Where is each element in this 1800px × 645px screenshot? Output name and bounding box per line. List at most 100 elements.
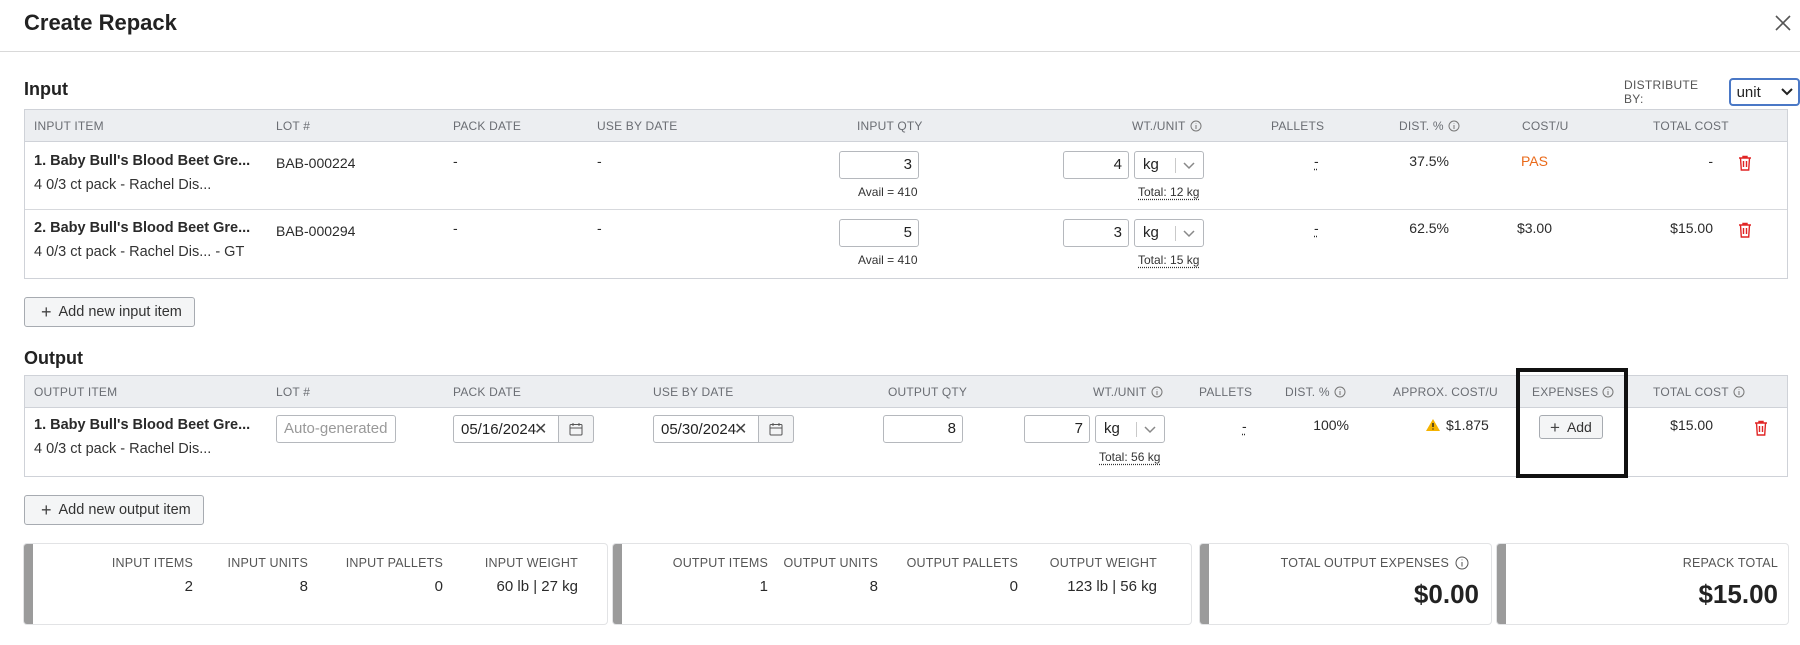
output-weight-value: 123 lb | 56 kg (1067, 578, 1157, 595)
dist-percent: 62.5% (1409, 220, 1449, 236)
unit-select[interactable]: kg (1095, 415, 1165, 443)
unit-select[interactable]: kg (1134, 219, 1204, 247)
pallets-value[interactable]: - (1242, 418, 1247, 434)
total-output-expenses-text: TOTAL OUTPUT EXPENSES (1280, 556, 1449, 570)
input-pallets-value: 0 (434, 578, 443, 595)
col-output-qty: OUTPUT QTY (888, 385, 968, 399)
input-weight-value: 60 lb | 27 kg (496, 578, 578, 595)
col-pack-date: PACK DATE (453, 119, 522, 133)
item-name[interactable]: 1. Baby Bull's Blood Beet Gre... (34, 417, 250, 433)
calendar-icon[interactable] (758, 415, 794, 443)
item-name[interactable]: 2. Baby Bull's Blood Beet Gre... (34, 220, 250, 236)
col-use-by-date: USE BY DATE (653, 385, 734, 399)
clear-icon[interactable]: ✕ (534, 419, 547, 439)
total-weight[interactable]: Total: 56 kg (1099, 450, 1160, 464)
col-dist-label: DIST. % (1399, 119, 1444, 133)
info-icon[interactable] (1455, 556, 1469, 570)
calendar-icon[interactable] (558, 415, 594, 443)
add-output-item-button[interactable]: + Add new output item (24, 495, 204, 525)
total-cost: $15.00 (1670, 220, 1713, 236)
expenses-highlight-box (1516, 368, 1628, 478)
chevron-down-icon (1183, 162, 1195, 170)
col-lot: LOT # (276, 119, 311, 133)
item-name[interactable]: 1. Baby Bull's Blood Beet Gre... (34, 153, 250, 169)
pallets-value[interactable]: - (1314, 220, 1319, 236)
wt-per-unit-field[interactable]: 7 (1024, 415, 1090, 443)
clear-icon[interactable]: ✕ (734, 419, 747, 439)
chevron-down-icon (1144, 426, 1156, 434)
pack-date-input[interactable]: 05/16/2024 ✕ (453, 415, 594, 443)
chevron-down-icon (1781, 88, 1793, 96)
col-cost-u: COST/U (1522, 119, 1569, 133)
wt-per-unit-field[interactable]: 4 (1063, 151, 1129, 179)
col-total-cost: TOTAL COST (1653, 385, 1745, 399)
plus-icon: + (41, 500, 52, 520)
trash-icon[interactable] (1738, 222, 1752, 238)
output-weight-label: OUTPUT WEIGHT (1049, 556, 1157, 570)
trash-icon[interactable] (1738, 155, 1752, 171)
total-weight[interactable]: Total: 12 kg (1138, 185, 1199, 199)
info-icon[interactable] (1151, 386, 1163, 398)
cost-per-unit: $3.00 (1516, 220, 1553, 236)
item-description: 4 0/3 ct pack - Rachel Dis... (34, 441, 212, 457)
input-units-label: INPUT UNITS (227, 556, 308, 570)
chevron-down-icon (1183, 230, 1195, 238)
add-input-item-button[interactable]: + Add new input item (24, 297, 195, 327)
output-units-label: OUTPUT UNITS (783, 556, 878, 570)
approx-cost: $1.875 (1425, 417, 1489, 433)
info-icon[interactable] (1190, 120, 1202, 132)
output-units-value: 8 (869, 578, 878, 595)
lot-number-input[interactable]: Auto-generated (276, 415, 396, 443)
output-items-value: 1 (759, 578, 768, 595)
col-wt-unit: WT./UNIT (1093, 385, 1163, 399)
unit-value: kg (1104, 420, 1120, 437)
info-icon[interactable] (1733, 386, 1745, 398)
col-dist-label: DIST. % (1285, 385, 1330, 399)
info-icon[interactable] (1334, 386, 1346, 398)
wt-per-unit-field[interactable]: 3 (1063, 219, 1129, 247)
input-items-label: INPUT ITEMS (111, 556, 193, 570)
total-weight[interactable]: Total: 15 kg (1138, 253, 1199, 267)
lot-number: BAB-000224 (276, 155, 356, 171)
avail-note: Avail = 410 (858, 253, 918, 267)
item-description: 4 0/3 ct pack - Rachel Dis... (34, 177, 212, 193)
input-units-value: 8 (299, 578, 308, 595)
close-icon[interactable] (1773, 13, 1793, 33)
col-wt-unit: WT./UNIT (1132, 119, 1202, 133)
trash-icon[interactable] (1754, 420, 1768, 436)
dist-percent: 37.5% (1409, 153, 1449, 169)
input-section-title: Input (24, 79, 68, 99)
unit-value: kg (1143, 156, 1159, 173)
total-output-expenses-label: TOTAL OUTPUT EXPENSES (1219, 556, 1469, 570)
use-by-date-input[interactable]: 05/30/2024 ✕ (653, 415, 794, 443)
use-by-date: - (597, 153, 602, 169)
col-pack-date: PACK DATE (453, 385, 522, 399)
col-dist: DIST. % (1399, 119, 1460, 133)
output-pallets-label: OUTPUT PALLETS (906, 556, 1018, 570)
expenses-summary-card: TOTAL OUTPUT EXPENSES $0.00 (1200, 544, 1491, 624)
output-summary-card: OUTPUT ITEMS 1 OUTPUT UNITS 8 OUTPUT PAL… (613, 544, 1191, 624)
col-input-item: INPUT ITEM (34, 119, 104, 133)
input-weight-label: INPUT WEIGHT (484, 556, 578, 570)
input-table: INPUT ITEM LOT # PACK DATE USE BY DATE I… (24, 109, 1788, 279)
col-wt-unit-label: WT./UNIT (1093, 385, 1147, 399)
avail-note: Avail = 410 (858, 185, 918, 199)
distribute-by-select[interactable]: unit (1728, 78, 1800, 106)
col-pallets: PALLETS (1271, 119, 1325, 133)
output-qty-field[interactable]: 8 (883, 415, 963, 443)
input-qty-field[interactable]: 5 (839, 219, 919, 247)
unit-value: kg (1143, 224, 1159, 241)
col-use-by-date: USE BY DATE (597, 119, 678, 133)
col-lot: LOT # (276, 385, 311, 399)
unit-select[interactable]: kg (1134, 151, 1204, 179)
create-repack-modal: Create Repack Input DISTRIBUTE BY: unit … (0, 0, 1800, 645)
table-row: 2. Baby Bull's Blood Beet Gre... 4 0/3 c… (25, 210, 1787, 278)
pallets-value[interactable]: - (1314, 153, 1319, 169)
info-icon[interactable] (1448, 120, 1460, 132)
col-approx-cost: APPROX. COST/U (1393, 385, 1498, 399)
warning-icon[interactable] (1425, 418, 1441, 432)
input-qty-field[interactable]: 3 (839, 151, 919, 179)
input-pallets-label: INPUT PALLETS (345, 556, 443, 570)
item-description: 4 0/3 ct pack - Rachel Dis... - GT (34, 244, 245, 260)
input-table-header: INPUT ITEM LOT # PACK DATE USE BY DATE I… (25, 110, 1787, 142)
